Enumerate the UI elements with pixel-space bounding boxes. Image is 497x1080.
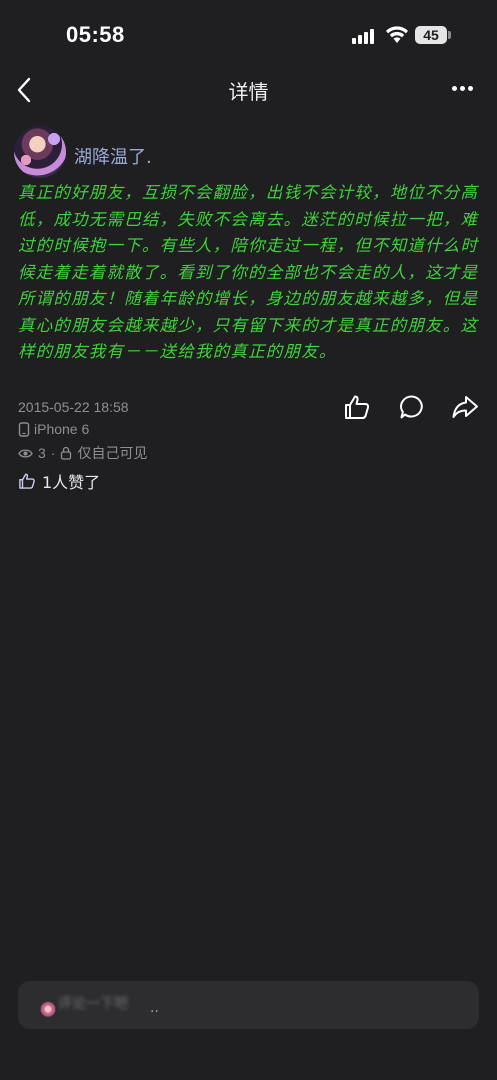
comment-avatar	[40, 1002, 56, 1018]
more-horizontal-icon[interactable]	[452, 86, 478, 94]
share-icon[interactable]	[451, 393, 479, 421]
phone-icon	[18, 421, 30, 437]
page-title: 详情	[228, 80, 269, 104]
thumbs-up-small-icon	[19, 473, 35, 489]
status-time: 05:58	[66, 22, 125, 47]
comment-icon[interactable]	[398, 393, 426, 421]
username[interactable]: 湖降温了.	[74, 143, 152, 169]
stats-row: 3 · 仅自己可见	[18, 443, 147, 463]
likes-count: 1人赞了	[42, 473, 101, 492]
signal-bars-icon	[352, 28, 376, 44]
eye-icon	[18, 448, 33, 458]
meta-separator: ·	[50, 445, 56, 461]
post-text: 真正的好朋友，互损不会翻脸，出钱不会计较，地位不分高低，成功无需巴结，失败不会离…	[18, 183, 479, 361]
comment-placeholder: 评论一下吧	[58, 996, 128, 1012]
device-row: iPhone 6	[18, 421, 89, 437]
thumbs-up-icon[interactable]	[343, 393, 371, 421]
avatar[interactable]	[14, 126, 66, 178]
device-name: iPhone 6	[34, 421, 90, 437]
battery-tip	[448, 31, 451, 39]
likes-row[interactable]: 1人赞了	[18, 469, 100, 493]
visibility-label: 仅自己可见	[77, 445, 148, 461]
wifi-icon	[386, 26, 408, 43]
lock-icon	[61, 446, 72, 460]
view-count: 3	[38, 445, 46, 461]
comment-dots: ..	[150, 1000, 159, 1016]
post-date: 2015-05-22 18:58	[18, 399, 129, 415]
battery-indicator: 45	[415, 26, 447, 44]
